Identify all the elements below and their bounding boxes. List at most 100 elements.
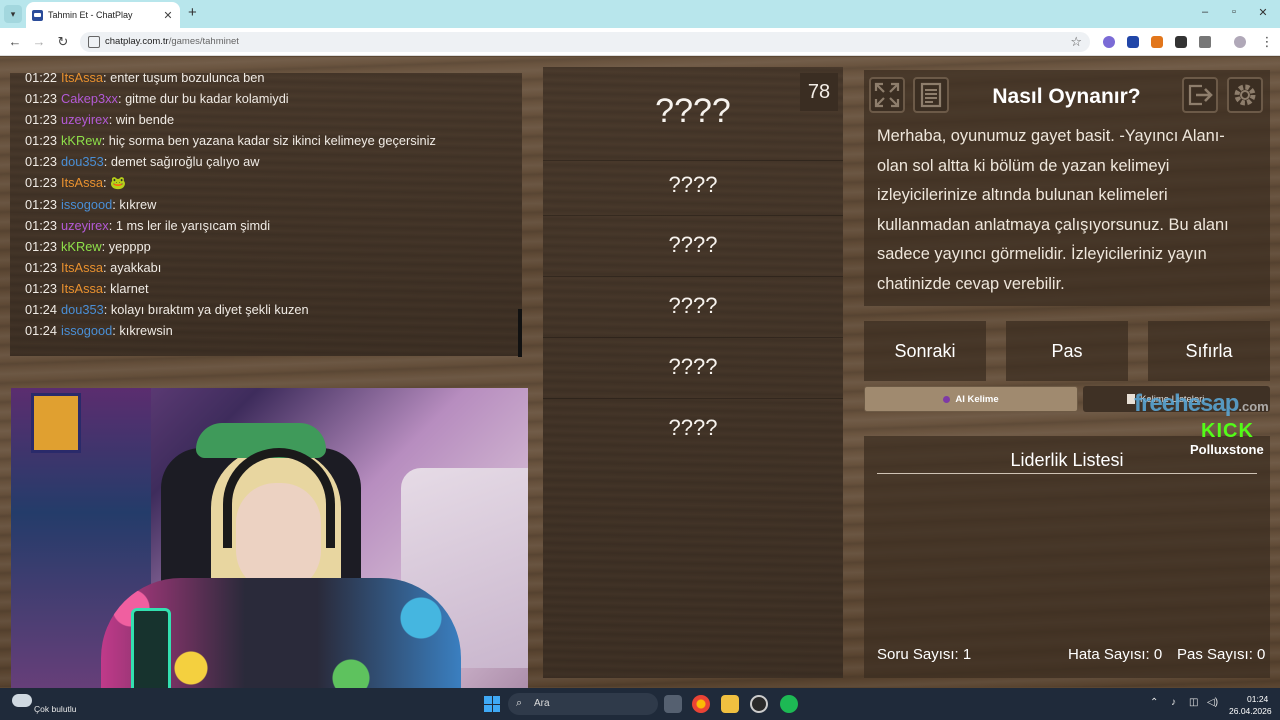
- chat-message: 01:24 dou353: kolayı bıraktım ya diyet şe…: [25, 299, 522, 320]
- url-text: chatplay.com.tr/games/tahminet: [105, 36, 239, 47]
- chat-text: 1 ms ler ile yarışıcam şimdi: [115, 217, 271, 233]
- how-to-play-title: Nasıl Oynanır?: [992, 85, 1141, 108]
- watermark-domain-name: freehesap: [1134, 390, 1239, 417]
- forbidden-word-3: ????: [668, 293, 718, 318]
- tab-close-icon[interactable]: ✕: [162, 9, 174, 22]
- streamer-name: Polluxstone: [1190, 442, 1264, 457]
- clock-date[interactable]: 26.04.2026: [1229, 706, 1272, 716]
- browser-tab-bar: ▾ Tahmin Et - ChatPlay ✕ + – ▫ ✕: [0, 0, 1280, 28]
- reset-button[interactable]: Sıfırla: [1148, 321, 1270, 381]
- clock-time[interactable]: 01:24: [1247, 694, 1268, 704]
- word-list-icon[interactable]: [913, 77, 949, 113]
- next-button[interactable]: Sonraki: [864, 321, 986, 381]
- chat-timestamp: 01:24: [25, 323, 58, 339]
- chat-text: klarnet: [110, 280, 149, 296]
- spotify-icon[interactable]: [780, 695, 798, 713]
- close-window-button[interactable]: ✕: [1256, 6, 1270, 19]
- chat-message: 01:23 kKRew: hiç sorma ben yazana kadar s…: [25, 130, 522, 151]
- forward-arrow-icon[interactable]: →: [31, 34, 47, 50]
- task-view-icon[interactable]: [664, 695, 682, 713]
- cloud-weather-icon[interactable]: [12, 694, 32, 707]
- windows-taskbar: Çok bulutlu ⌕ Ara ⌃ ♪ ◫ ◁) 01:24 26.04.2…: [0, 688, 1280, 720]
- how-to-play-text: Merhaba, oyunumuz gayet basit. -Yayıncı …: [877, 127, 1229, 293]
- chat-username[interactable]: kKRew: [61, 133, 102, 148]
- chat-username[interactable]: kKRew: [61, 239, 102, 254]
- tab-list-chevron-icon[interactable]: ▾: [4, 5, 22, 23]
- reload-icon[interactable]: ↻: [55, 34, 71, 50]
- chat-username[interactable]: ItsAssa: [61, 260, 103, 275]
- chat-timestamp: 01:23: [25, 175, 58, 191]
- volume-icon[interactable]: ◁): [1207, 697, 1218, 708]
- extension-1-icon[interactable]: [1103, 36, 1115, 48]
- chat-username[interactable]: uzeyirex: [61, 112, 109, 127]
- forbidden-word-2: ????: [668, 232, 718, 257]
- metamask-icon[interactable]: [1151, 36, 1163, 48]
- document-icon: [920, 82, 942, 108]
- chat-separator: :: [108, 217, 116, 233]
- profile-avatar-icon[interactable]: [1234, 36, 1246, 48]
- divider: [543, 398, 843, 399]
- chat-message: 01:23 ItsAssa: 🐸: [25, 172, 522, 193]
- error-count: Hata Sayısı: 0: [1068, 646, 1162, 663]
- chat-message: 01:23 issogood: kıkrew: [25, 194, 522, 215]
- settings-gear-icon[interactable]: [1227, 77, 1263, 113]
- chat-timestamp: 01:23: [25, 91, 58, 107]
- site-info-icon[interactable]: [88, 36, 100, 48]
- chat-scrollbar[interactable]: [518, 309, 522, 357]
- minimize-button[interactable]: –: [1198, 6, 1212, 18]
- extensions-puzzle-icon[interactable]: [1199, 36, 1211, 48]
- back-arrow-icon[interactable]: ←: [7, 34, 23, 50]
- extension-2-icon[interactable]: [1127, 36, 1139, 48]
- webcam-poster: [31, 393, 81, 453]
- chat-separator: :: [103, 302, 111, 318]
- search-icon: ⌕: [516, 697, 523, 709]
- chat-username[interactable]: ItsAssa: [61, 175, 103, 190]
- chat-username[interactable]: uzeyirex: [61, 218, 109, 233]
- chat-timestamp: 01:22: [25, 73, 58, 85]
- divider: [543, 337, 843, 338]
- chat-text: yepppp: [108, 238, 151, 254]
- pass-button[interactable]: Pas: [1006, 321, 1128, 381]
- file-explorer-icon[interactable]: [721, 695, 739, 713]
- chat-text: win bende: [115, 112, 175, 128]
- chrome-icon[interactable]: [692, 695, 710, 713]
- address-bar-row: ← → ↻ chatplay.com.tr/games/tahminet ☆ ⋮: [0, 28, 1280, 56]
- chat-message: 01:24 issogood: kıkrewsin: [25, 320, 522, 341]
- chat-username[interactable]: issogood: [61, 323, 112, 338]
- webcam-headset: [223, 448, 335, 548]
- pass-count-label: Pas Sayısı:: [1177, 646, 1253, 663]
- chat-message: 01:23 ItsAssa: klarnet: [25, 278, 522, 299]
- restore-button[interactable]: ▫: [1227, 6, 1241, 18]
- chat-username[interactable]: issogood: [61, 197, 112, 212]
- taskbar-search[interactable]: ⌕ Ara: [508, 693, 658, 715]
- chat-username[interactable]: ItsAssa: [61, 73, 103, 85]
- chat-username[interactable]: ItsAssa: [61, 281, 103, 296]
- bookmark-star-icon[interactable]: ☆: [1070, 34, 1082, 50]
- exit-arrow-icon: [1188, 84, 1213, 106]
- chat-username[interactable]: Cakep3xx: [61, 91, 118, 106]
- microphone-icon[interactable]: ♪: [1171, 697, 1176, 708]
- chat-timestamp: 01:23: [25, 133, 58, 149]
- chat-timestamp: 01:23: [25, 154, 58, 170]
- tab-tahmin-et[interactable]: Tahmin Et - ChatPlay ✕: [26, 2, 180, 28]
- browser-menu-icon[interactable]: ⋮: [1259, 34, 1275, 50]
- chat-text: 🐸: [110, 175, 127, 191]
- obs-icon[interactable]: [750, 695, 768, 713]
- chat-message: 01:23 uzeyirex: win bende: [25, 109, 522, 130]
- chat-username[interactable]: dou353: [61, 154, 104, 169]
- chat-username[interactable]: dou353: [61, 302, 104, 317]
- new-tab-button[interactable]: +: [188, 5, 197, 21]
- weather-text: Çok bulutlu: [34, 704, 77, 714]
- chat-text: demet sağıroğlu çalıyo aw: [110, 154, 260, 170]
- question-count-value: 1: [962, 646, 972, 663]
- tray-chevron-icon[interactable]: ⌃: [1150, 697, 1158, 708]
- network-icon[interactable]: ◫: [1189, 697, 1198, 708]
- fullscreen-icon[interactable]: [869, 77, 905, 113]
- windows-start-icon[interactable]: [484, 696, 500, 712]
- ai-word-button[interactable]: AI Kelime: [864, 386, 1078, 412]
- url-field[interactable]: chatplay.com.tr/games/tahminet ☆: [80, 32, 1090, 52]
- exit-icon[interactable]: [1182, 77, 1218, 113]
- forbidden-word-5: ????: [668, 415, 718, 440]
- chat-text: kıkrewsin: [119, 323, 173, 339]
- extension-4-icon[interactable]: [1175, 36, 1187, 48]
